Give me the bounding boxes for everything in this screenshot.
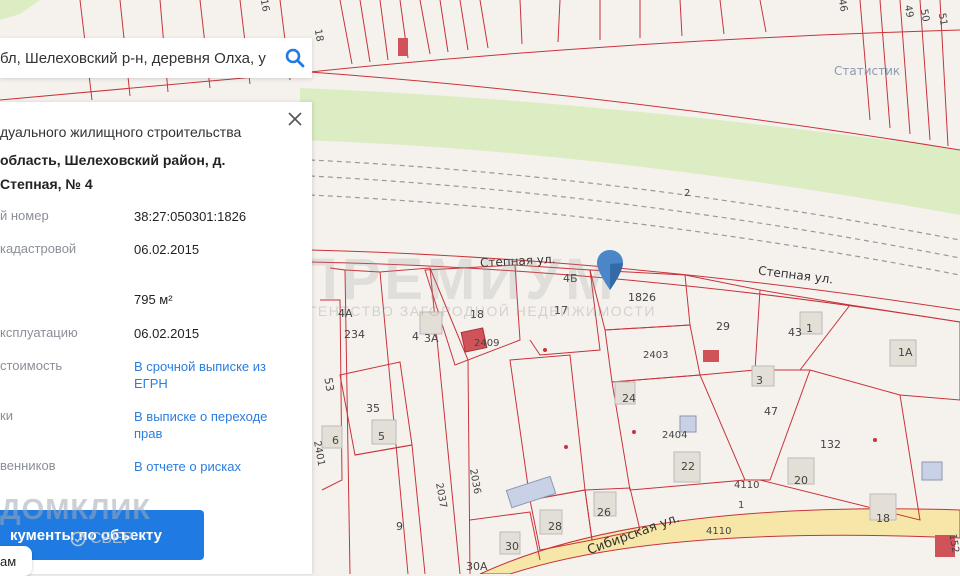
- parcel-label: 29: [716, 320, 730, 333]
- parcel-label: 51: [935, 12, 949, 27]
- parcel-label: 26: [597, 506, 611, 519]
- parcel-label: 18: [876, 512, 890, 525]
- property-info-panel: дуального жилищного строительства област…: [0, 102, 312, 576]
- parcel-label: 4110: [706, 526, 732, 537]
- parcel-label: 4110: [734, 480, 760, 491]
- sber-watermark-text: СБЕР: [90, 530, 134, 547]
- parcel-label: 35: [366, 402, 380, 415]
- search-input[interactable]: бл, Шелеховский р-н, деревня Олха, у: [0, 50, 278, 67]
- commissioning-value: 06.02.2015: [134, 326, 200, 341]
- parcel-label: 53: [321, 376, 337, 393]
- parcel-label: 152: [946, 533, 960, 554]
- parcel-label: 3А: [424, 332, 439, 345]
- parcel-label: 3: [756, 374, 763, 387]
- area-value: 795 м²: [134, 292, 173, 307]
- parcel-label: 16: [257, 0, 271, 13]
- parcel-label: 50: [917, 8, 931, 23]
- close-icon: [288, 112, 302, 126]
- close-button[interactable]: [286, 110, 304, 128]
- cadastral-date-value: 06.02.2015: [134, 242, 200, 257]
- parcel-label: 24: [622, 392, 636, 405]
- sber-watermark: СБЕР: [70, 530, 133, 548]
- parcel-label: 234: [344, 328, 365, 341]
- search-button[interactable]: [278, 41, 312, 75]
- transactions-label: ки: [0, 408, 13, 423]
- parcel-label: 20: [794, 474, 808, 487]
- commissioning-label: ксплуатацию: [0, 325, 78, 340]
- parcel-label: 22: [681, 460, 695, 473]
- parcel-label: 132: [820, 438, 841, 451]
- parcel-label: 1: [806, 322, 813, 335]
- parcel-label: 4: [412, 330, 419, 343]
- parcel-label: 5: [378, 430, 385, 443]
- domclick-watermark: ДОМКЛИК: [0, 494, 151, 526]
- parcel-label: 9: [396, 520, 403, 533]
- location-marker-icon[interactable]: [597, 250, 623, 290]
- panel-chip-label: ам: [0, 553, 17, 569]
- parcel-label: 43: [788, 326, 802, 339]
- property-address: область, Шелеховский район, д. Степная, …: [0, 152, 226, 192]
- parcel-label: 2403: [643, 350, 669, 361]
- cadastral-date-label: кадастровой: [0, 241, 77, 256]
- sber-logo-icon: [70, 531, 86, 547]
- parcel-label: 1А: [898, 346, 913, 359]
- risk-report-link[interactable]: В отчете о рисках: [134, 458, 284, 475]
- cadastral-value-label: стоимость: [0, 358, 63, 373]
- parcel-label: 28: [548, 520, 562, 533]
- parcel-label: 1: [738, 500, 745, 511]
- parcel-label: 47: [764, 405, 778, 418]
- premium-watermark-subtitle: АГЕНТСТВО ЗАГОРОДНОЙ НЕДВИЖИМОСТИ: [298, 303, 656, 319]
- cadastral-number-label: й номер: [0, 208, 49, 223]
- parcel-label: 46: [835, 0, 849, 13]
- rights-transfer-link[interactable]: В выписке о переходе прав: [134, 408, 284, 442]
- parcel-label: 30: [505, 540, 519, 553]
- parcel-label: 2: [684, 188, 691, 199]
- search-bar: бл, Шелеховский р-н, деревня Олха, у: [0, 38, 312, 78]
- egrn-extract-link[interactable]: В срочной выписке из ЕГРН: [134, 358, 284, 392]
- parcel-label: 2404: [662, 430, 688, 441]
- cadastral-number-value: 38:27:050301:1826: [134, 209, 247, 224]
- parcel-label: 6: [332, 434, 339, 447]
- poi-label-statistic: Статистик: [834, 64, 901, 78]
- owners-label: венников: [0, 458, 56, 473]
- parcel-label: 49: [901, 4, 915, 19]
- panel-chip[interactable]: ам: [0, 546, 32, 576]
- search-icon: [285, 48, 305, 68]
- parcel-label: 30А: [466, 560, 488, 573]
- parcel-label: 2409: [474, 338, 500, 349]
- parcel-label: 18: [311, 28, 325, 43]
- land-purpose: дуального жилищного строительства: [0, 124, 242, 140]
